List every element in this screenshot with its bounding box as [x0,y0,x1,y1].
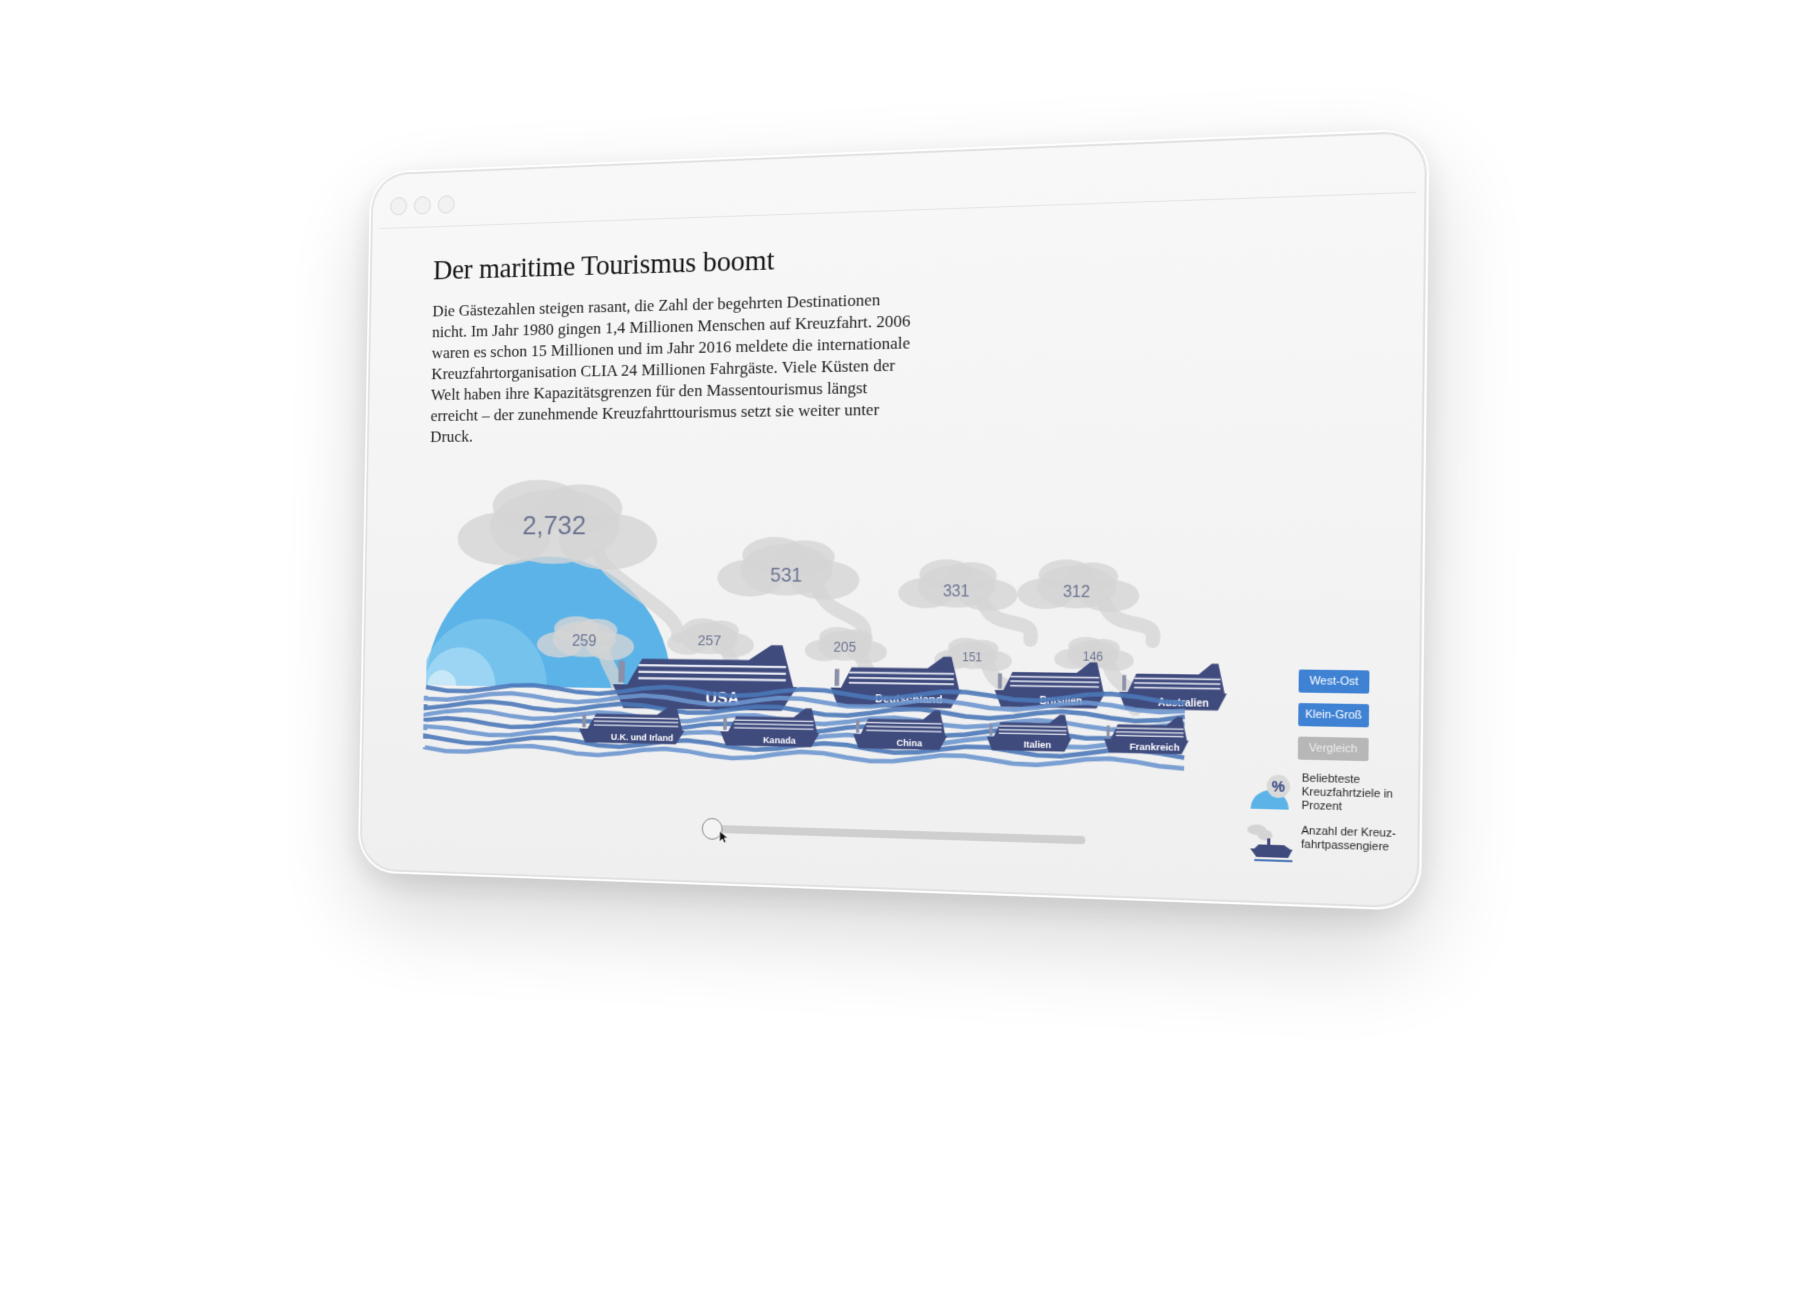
percent-bubble-icon: % [1244,771,1297,818]
legend-percent-text: Beliebteste Kreuzfahrtziele in Prozent [1301,772,1420,816]
value-label-front: 205 [833,639,856,655]
cruise-chart: USA Deutschland Brasilien Australien U.K. u… [424,483,1365,820]
maximize-dot-icon[interactable] [438,195,455,214]
legend-passengers-text: Anzahl der Kreuz-fahrtpassengiere [1301,825,1420,856]
ship-back-funnel [998,673,1002,688]
value-label-back: 312 [1063,584,1090,602]
ship-front-label: Italien [1024,739,1052,750]
ship-smoke-icon [1244,823,1297,871]
close-dot-icon[interactable] [390,197,407,216]
value-label-front: 151 [962,650,982,665]
ship-back-funnel [1122,675,1126,690]
titlebar-divider [380,192,1416,229]
page-title: Der maritime Tourismus boomt [433,244,775,287]
ship-front-funnel [989,723,992,735]
ship-front-label: Frankreich [1130,741,1180,753]
ship-front-funnel [856,720,859,733]
ship-front-funnel [1107,725,1110,737]
mouse-cursor-icon [719,830,729,844]
value-label-back: 2,732 [522,510,586,540]
klein-gross-button[interactable]: Klein-Groß [1298,703,1369,727]
smoke-trail-back [1104,603,1154,641]
page-content: Der maritime Tourismus boomt Die Gästeza… [423,225,1368,877]
ship-front: U.K. und Irland [579,704,685,744]
value-label-front: 259 [572,633,597,650]
browser-window: Der maritime Tourismus boomt Die Gästeza… [358,128,1430,911]
ship-front: Kanada [720,707,820,748]
time-slider[interactable] [702,818,1089,856]
legend: % Beliebteste Kreuzfahrtziele in Prozent… [1244,771,1416,881]
cruise-chart-svg: USA Deutschland Brasilien Australien U.K. u… [424,483,1365,820]
ship-front-funnel [582,715,586,728]
ship-front-label: China [896,738,923,749]
value-label-front: 146 [1083,649,1104,664]
ship-back-funnel [618,661,625,683]
ship-front-label: U.K. und Irland [611,732,674,743]
value-label-front: 257 [698,633,722,649]
vergleich-button[interactable]: Vergleich [1298,737,1369,762]
value-label-back: 331 [943,583,970,601]
ship-front-label: Kanada [763,735,797,746]
ship-front-funnel [723,717,727,730]
west-ost-button[interactable]: West-Ost [1299,670,1370,694]
percent-symbol: % [1272,778,1285,795]
slider-track[interactable] [721,825,1086,844]
value-label-back: 531 [770,565,802,587]
ship-back-funnel [835,669,840,686]
smoke-trail-back [983,602,1032,640]
intro-paragraph: Die Gästezahlen steigen rasant, die Zahl… [430,287,916,446]
legend-passengers: Anzahl der Kreuz-fahrtpassengiere [1244,823,1416,875]
minimize-dot-icon[interactable] [414,196,431,215]
window-controls [390,195,455,215]
legend-percent: % Beliebteste Kreuzfahrtziele in Prozent [1244,771,1416,822]
